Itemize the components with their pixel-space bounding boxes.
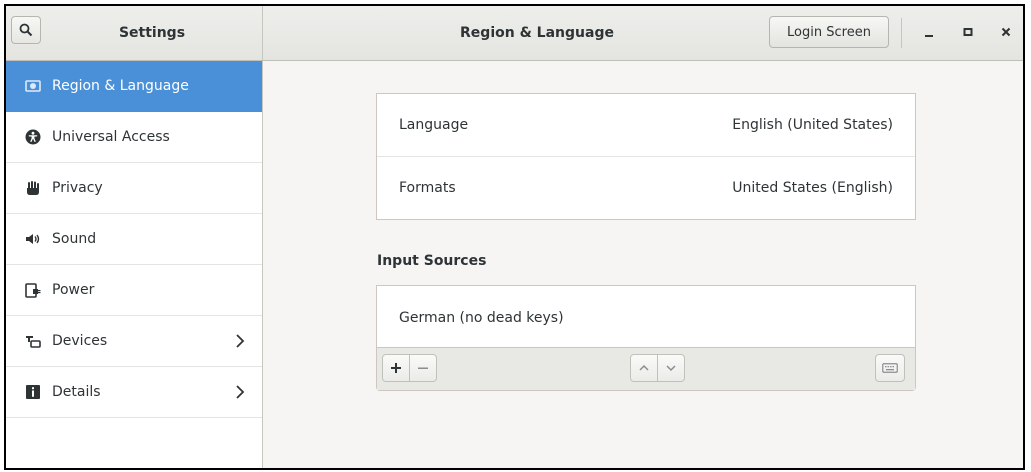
privacy-hand-icon bbox=[24, 179, 42, 197]
search-button[interactable] bbox=[11, 16, 41, 44]
devices-icon bbox=[24, 332, 42, 350]
minimize-button[interactable] bbox=[917, 20, 941, 44]
keyboard-icon bbox=[882, 363, 898, 373]
panel-title: Region & Language bbox=[460, 25, 614, 41]
settings-window: Settings Region & Language Login Screen bbox=[4, 4, 1025, 470]
sidebar-item-power[interactable]: Power bbox=[6, 265, 262, 316]
accessibility-icon bbox=[24, 128, 42, 146]
content-area: Language English (United States) Formats… bbox=[263, 61, 1023, 468]
region-icon bbox=[24, 77, 42, 95]
chevron-right-icon bbox=[236, 334, 245, 348]
sidebar-item-label: Devices bbox=[52, 333, 108, 349]
header-left: Settings bbox=[6, 6, 263, 60]
sidebar-item-details[interactable]: Details bbox=[6, 367, 262, 418]
chevron-right-icon bbox=[236, 385, 245, 399]
chevron-down-icon bbox=[666, 365, 676, 372]
chevron-up-icon bbox=[639, 364, 649, 371]
language-row[interactable]: Language English (United States) bbox=[377, 94, 915, 156]
input-sources-heading: Input Sources bbox=[377, 253, 487, 269]
sidebar-item-universal-access[interactable]: Universal Access bbox=[6, 112, 262, 163]
minus-icon bbox=[418, 367, 428, 369]
power-plug-icon bbox=[24, 281, 42, 299]
language-label: Language bbox=[399, 117, 469, 133]
formats-row[interactable]: Formats United States (English) bbox=[377, 156, 915, 219]
header-separator bbox=[901, 18, 902, 48]
remove-input-source-button[interactable] bbox=[409, 354, 437, 382]
info-icon bbox=[24, 383, 42, 401]
sidebar-item-sound[interactable]: Sound bbox=[6, 214, 262, 265]
login-screen-button[interactable]: Login Screen bbox=[769, 16, 889, 48]
sidebar-item-label: Universal Access bbox=[52, 129, 170, 145]
sidebar-item-devices[interactable]: Devices bbox=[6, 316, 262, 367]
app-title: Settings bbox=[118, 25, 186, 41]
speaker-icon bbox=[24, 230, 42, 248]
sidebar-item-label: Sound bbox=[52, 231, 97, 247]
move-up-button[interactable] bbox=[630, 354, 658, 382]
close-icon bbox=[1001, 27, 1011, 37]
plus-icon bbox=[391, 363, 401, 373]
search-icon bbox=[19, 23, 33, 37]
input-sources-toolbar bbox=[377, 347, 915, 390]
input-source-label: German (no dead keys) bbox=[399, 309, 564, 326]
input-source-item[interactable]: German (no dead keys) bbox=[377, 286, 915, 349]
input-sources-list: German (no dead keys) bbox=[376, 285, 916, 391]
maximize-button[interactable] bbox=[956, 20, 980, 44]
minimize-icon bbox=[925, 35, 933, 37]
sidebar: Region & Language Universal Access Priva… bbox=[6, 61, 263, 468]
header-bar: Settings Region & Language Login Screen bbox=[6, 6, 1023, 61]
language-value: English (United States) bbox=[732, 117, 893, 133]
move-down-button[interactable] bbox=[657, 354, 685, 382]
sidebar-item-label: Region & Language bbox=[52, 78, 189, 94]
maximize-icon bbox=[963, 28, 973, 36]
add-input-source-button[interactable] bbox=[382, 354, 410, 382]
sidebar-item-label: Power bbox=[52, 282, 95, 298]
sidebar-item-region-language[interactable]: Region & Language bbox=[6, 61, 262, 112]
formats-label: Formats bbox=[399, 180, 456, 196]
sidebar-item-label: Privacy bbox=[52, 180, 103, 196]
sidebar-item-label: Details bbox=[52, 384, 101, 400]
region-settings-list: Language English (United States) Formats… bbox=[376, 93, 916, 220]
close-button[interactable] bbox=[994, 20, 1018, 44]
sidebar-item-privacy[interactable]: Privacy bbox=[6, 163, 262, 214]
keyboard-layout-button[interactable] bbox=[875, 354, 905, 382]
formats-value: United States (English) bbox=[732, 180, 893, 196]
